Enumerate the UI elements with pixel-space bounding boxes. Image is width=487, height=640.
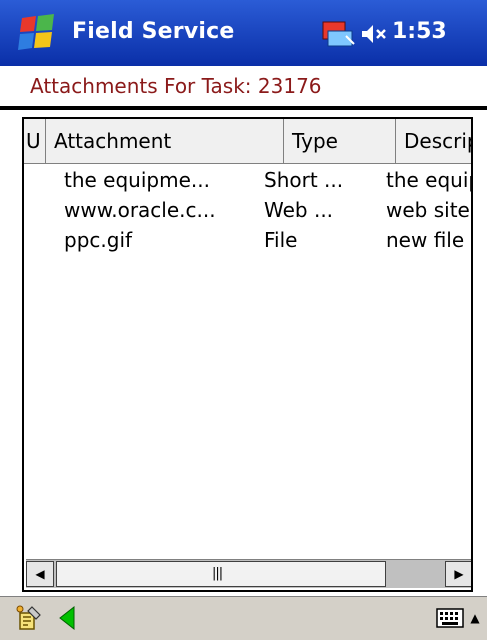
column-header-description[interactable]: Descriptio [396,119,471,163]
attachment-description: the equip [386,168,473,192]
command-bar: ▲ [0,596,487,640]
attachment-type: Web ... [264,198,334,222]
column-header-attachment[interactable]: Attachment [46,119,284,163]
clock[interactable]: 1:53 [392,19,447,44]
column-header-u[interactable]: U [24,119,46,163]
attachment-name: ppc.gif [64,228,133,252]
back-arrow-icon[interactable] [56,605,78,631]
attachment-description: web site [386,198,470,222]
page-title: Attachments For Task: 23176 [30,74,322,98]
list-item[interactable]: www.oracle.c... Web ... web site [24,195,471,225]
app-title: Field Service [72,19,235,44]
windows-flag-icon[interactable] [14,12,60,54]
sip-menu-arrow-icon[interactable]: ▲ [468,607,482,629]
tools-icon[interactable] [14,603,44,633]
title-divider [0,106,487,110]
column-header: U Attachment Type Descriptio [24,119,471,164]
connectivity-icon[interactable] [322,20,356,48]
attachment-name: the equipme... [64,168,210,192]
title-bar: Field Service 1:53 [0,0,487,66]
scroll-left-button[interactable]: ◀ [26,561,54,587]
attachment-type: File [264,228,298,252]
attachment-name: www.oracle.c... [64,198,216,222]
scroll-grip-icon: ||| [212,566,223,581]
speaker-muted-icon[interactable] [360,22,390,46]
attachment-description: new file [386,228,465,252]
horizontal-scrollbar[interactable]: ◀ ||| ▶ [26,559,471,588]
scroll-thumb[interactable]: ||| [56,561,386,587]
column-header-type[interactable]: Type [284,119,396,163]
keyboard-icon[interactable] [436,608,464,628]
scroll-right-button[interactable]: ▶ [445,561,471,587]
list-item[interactable]: the equipme... Short ... the equip [24,165,471,195]
attachments-list[interactable]: U Attachment Type Descriptio the equipme… [22,117,473,592]
attachment-type: Short ... [264,168,344,192]
list-item[interactable]: ppc.gif File new file [24,225,471,255]
